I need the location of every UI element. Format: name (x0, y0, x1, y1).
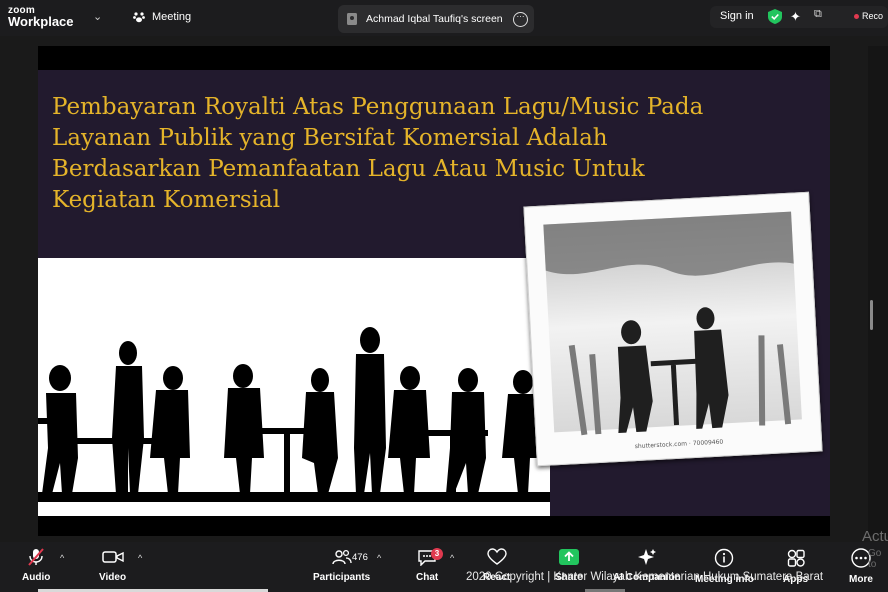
recording-label: Reco (862, 11, 884, 21)
video-options-chevron-icon[interactable]: ^ (138, 553, 142, 563)
more-label: More (849, 574, 873, 585)
share-tab-label: Achmad Iqbal Taufiq's screen (366, 13, 503, 25)
title-line: Layanan Publik yang Bersifat Komersial A… (52, 125, 608, 151)
more-options-icon[interactable]: ··· (513, 12, 528, 27)
recording-dot-icon (854, 13, 859, 19)
participants-label: Participants (313, 572, 371, 583)
side-panel-edge (868, 46, 888, 536)
shared-screen-tab[interactable]: Achmad Iqbal Taufiq's screen ··· (338, 5, 534, 33)
brand-line-2: Workplace (8, 14, 74, 29)
ai-companion-sparkle-icon (637, 549, 656, 565)
top-bar: zoom Workplace ⌄ Meeting Achmad Iqbal Ta… (0, 0, 888, 36)
video-label: Video (99, 572, 127, 583)
meeting-label: Meeting (152, 11, 192, 23)
chevron-down-icon[interactable]: ⌄ (93, 10, 102, 23)
microphone-muted-icon (28, 548, 44, 566)
cafe-photo: shutterstock.com · 70009460 (523, 191, 823, 467)
title-line: Berdasarkan Pemanfaatan Lagu Atau Music … (52, 156, 645, 182)
video-camera-icon (101, 551, 124, 563)
zoom-workplace-logo[interactable]: zoom Workplace (8, 5, 74, 29)
activate-windows-text: Actu (862, 528, 888, 545)
meeting-toolbar (0, 542, 888, 592)
audio-button[interactable]: Audio (22, 548, 50, 583)
sign-in-button[interactable]: Sign in (720, 10, 754, 22)
screen-share-user-icon (347, 13, 357, 25)
participants-options-chevron-icon[interactable]: ^ (377, 553, 381, 563)
top-right-controls: Sign in ✦ ⧉ Reco (710, 6, 888, 28)
share-screen-icon (558, 549, 579, 565)
chat-unread-badge: 3 (431, 548, 443, 560)
video-button[interactable]: Video (99, 548, 126, 583)
shared-slide: Pembayaran Royalti Atas Penggunaan Lagu/… (38, 46, 830, 536)
apps-icon (787, 549, 805, 567)
paw-icon (133, 12, 145, 23)
audio-options-chevron-icon[interactable]: ^ (60, 553, 64, 563)
copyright-overlay: 2020 Copyright | Kantor Wilayah Kementer… (466, 571, 824, 583)
meeting-menu[interactable]: Meeting (133, 11, 191, 23)
cafe-silhouette-image (38, 258, 550, 516)
slide-title: Pembayaran Royalti Atas Penggunaan Lagu/… (52, 92, 772, 216)
info-icon (715, 548, 734, 568)
chat-options-chevron-icon[interactable]: ^ (450, 553, 454, 563)
title-line: Pembayaran Royalti Atas Penggunaan Lagu/… (52, 94, 704, 120)
shield-check-icon[interactable] (768, 9, 782, 24)
heart-icon (486, 548, 507, 565)
photo-caption: shutterstock.com · 70009460 (635, 439, 724, 451)
chat-label: Chat (416, 572, 439, 583)
activate-windows-subtext: Go to (868, 548, 882, 570)
captions-icon[interactable]: ⧉ (814, 8, 822, 21)
recording-indicator[interactable]: Reco (854, 11, 883, 21)
participant-count: 476 (352, 552, 368, 563)
scrollbar[interactable] (870, 300, 873, 330)
participants-icon (331, 549, 352, 565)
audio-label: Audio (22, 572, 51, 583)
ai-sparkle-icon[interactable]: ✦ (790, 9, 801, 25)
